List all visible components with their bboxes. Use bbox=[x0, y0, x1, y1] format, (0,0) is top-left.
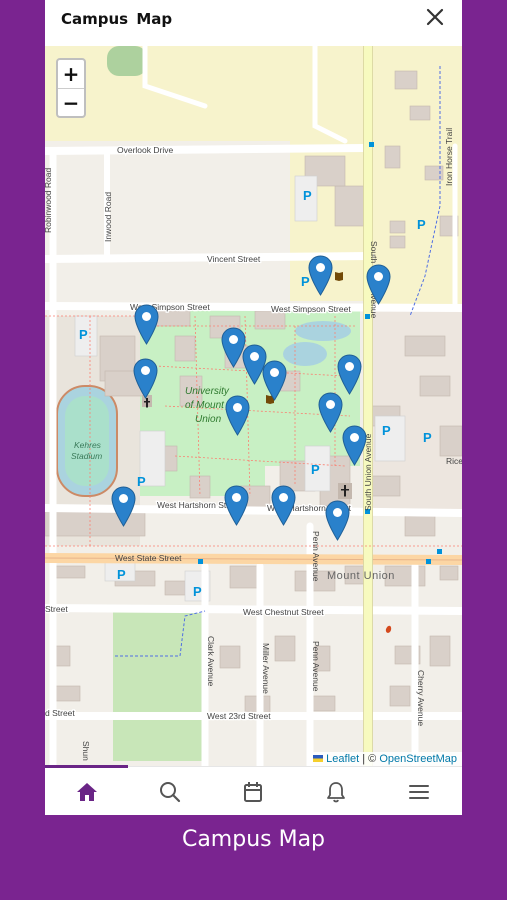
map-pin-icon bbox=[307, 255, 333, 296]
label-23rd: West 23rd Street bbox=[207, 711, 271, 721]
label-vincent: Vincent Street bbox=[207, 254, 261, 264]
tab-search[interactable] bbox=[128, 767, 211, 815]
label-mount-union: Mount Union bbox=[327, 570, 395, 582]
tab-calendar[interactable] bbox=[211, 767, 294, 815]
label-chestnut: West Chestnut Street bbox=[243, 607, 324, 617]
bottom-tab-bar bbox=[45, 765, 462, 815]
close-button[interactable] bbox=[424, 6, 446, 28]
campus-marker[interactable] bbox=[261, 360, 287, 401]
label-cherry: Cherry Avenue bbox=[416, 670, 426, 726]
label-overlook: Overlook Drive bbox=[117, 145, 173, 155]
label-state-street: West State Street bbox=[115, 553, 182, 563]
campus-map[interactable]: Overlook Drive Vincent Street West Simps… bbox=[45, 46, 462, 766]
parking-label: P bbox=[193, 584, 202, 599]
label-chestnut-cut: Street bbox=[45, 604, 68, 614]
campus-marker[interactable] bbox=[133, 304, 159, 345]
parking-label: P bbox=[417, 217, 426, 232]
zoom-control: + − bbox=[56, 58, 86, 118]
map-pin-icon bbox=[223, 485, 249, 526]
campus-marker[interactable] bbox=[110, 486, 136, 527]
page-title: Campus Map bbox=[61, 10, 173, 28]
label-university-2: of Mount bbox=[185, 400, 225, 411]
parking-label: P bbox=[423, 430, 432, 445]
app-screen: Campus Map Overlook Drive Vincent Street… bbox=[45, 0, 462, 815]
campus-marker[interactable] bbox=[324, 500, 350, 541]
map-pin-icon bbox=[133, 304, 159, 345]
label-clark: Clark Avenue bbox=[206, 636, 216, 687]
tab-menu[interactable] bbox=[377, 767, 460, 815]
attribution-separator: | © bbox=[359, 753, 380, 765]
osm-link[interactable]: OpenStreetMap bbox=[379, 753, 457, 765]
label-inwood: Inwood Road bbox=[103, 192, 113, 242]
map-pin-icon bbox=[336, 354, 362, 395]
zoom-out-button[interactable]: − bbox=[58, 89, 84, 117]
parking-label: P bbox=[117, 567, 126, 582]
map-pin-icon bbox=[365, 264, 391, 305]
tab-notifications[interactable] bbox=[294, 767, 377, 815]
label-university-1: University bbox=[185, 386, 230, 397]
map-pin-icon bbox=[132, 358, 158, 399]
parking-label: P bbox=[137, 474, 146, 489]
parking-label: P bbox=[382, 423, 391, 438]
close-icon bbox=[426, 8, 444, 26]
leaflet-link[interactable]: Leaflet bbox=[326, 753, 359, 765]
map-pin-icon bbox=[270, 485, 296, 526]
app-header: Campus Map bbox=[45, 0, 462, 46]
label-kehres-1: Kehres bbox=[74, 440, 102, 450]
campus-marker[interactable] bbox=[132, 358, 158, 399]
parking-label: P bbox=[311, 462, 320, 477]
label-rice: Rice bbox=[446, 456, 462, 466]
label-robinwood: Robinwood Road bbox=[45, 168, 53, 233]
label-kehres-2: Stadium bbox=[71, 451, 102, 461]
label-miller: Miller Avenue bbox=[261, 643, 271, 694]
label-iron-horse: Iron Horse Trail bbox=[444, 128, 454, 186]
map-pin-icon bbox=[324, 500, 350, 541]
parking-label: P bbox=[303, 188, 312, 203]
label-penn-north: Penn Avenue bbox=[311, 531, 321, 582]
campus-marker[interactable] bbox=[317, 392, 343, 433]
search-icon bbox=[159, 781, 180, 802]
campus-marker[interactable] bbox=[336, 354, 362, 395]
campus-marker[interactable] bbox=[365, 264, 391, 305]
campus-marker[interactable] bbox=[223, 485, 249, 526]
map-labels: Overlook Drive Vincent Street West Simps… bbox=[45, 128, 462, 761]
tab-home[interactable] bbox=[45, 767, 128, 815]
home-icon bbox=[76, 782, 97, 801]
campus-marker[interactable] bbox=[307, 255, 333, 296]
parking-label: P bbox=[79, 327, 88, 342]
label-simpson-east: West Simpson Street bbox=[271, 304, 351, 314]
calendar-icon bbox=[243, 781, 262, 802]
label-penn-south: Penn Avenue bbox=[311, 641, 321, 692]
map-pin-icon bbox=[317, 392, 343, 433]
label-shun: Shun bbox=[81, 741, 91, 761]
map-pin-icon bbox=[341, 425, 367, 466]
campus-marker[interactable] bbox=[270, 485, 296, 526]
zoom-in-button[interactable]: + bbox=[58, 60, 84, 89]
menu-icon bbox=[408, 784, 429, 799]
map-attribution: Leaflet | © OpenStreetMap bbox=[308, 752, 462, 766]
campus-marker[interactable] bbox=[341, 425, 367, 466]
campus-marker[interactable] bbox=[224, 395, 250, 436]
label-university-3: Union bbox=[195, 414, 222, 425]
map-pin-icon bbox=[224, 395, 250, 436]
map-pin-icon bbox=[261, 360, 287, 401]
label-23rd-cut: d Street bbox=[45, 708, 75, 718]
map-pin-icon bbox=[110, 486, 136, 527]
screenshot-caption: Campus Map bbox=[181, 827, 326, 852]
bell-icon bbox=[326, 781, 345, 802]
ukraine-flag-icon bbox=[313, 755, 324, 762]
